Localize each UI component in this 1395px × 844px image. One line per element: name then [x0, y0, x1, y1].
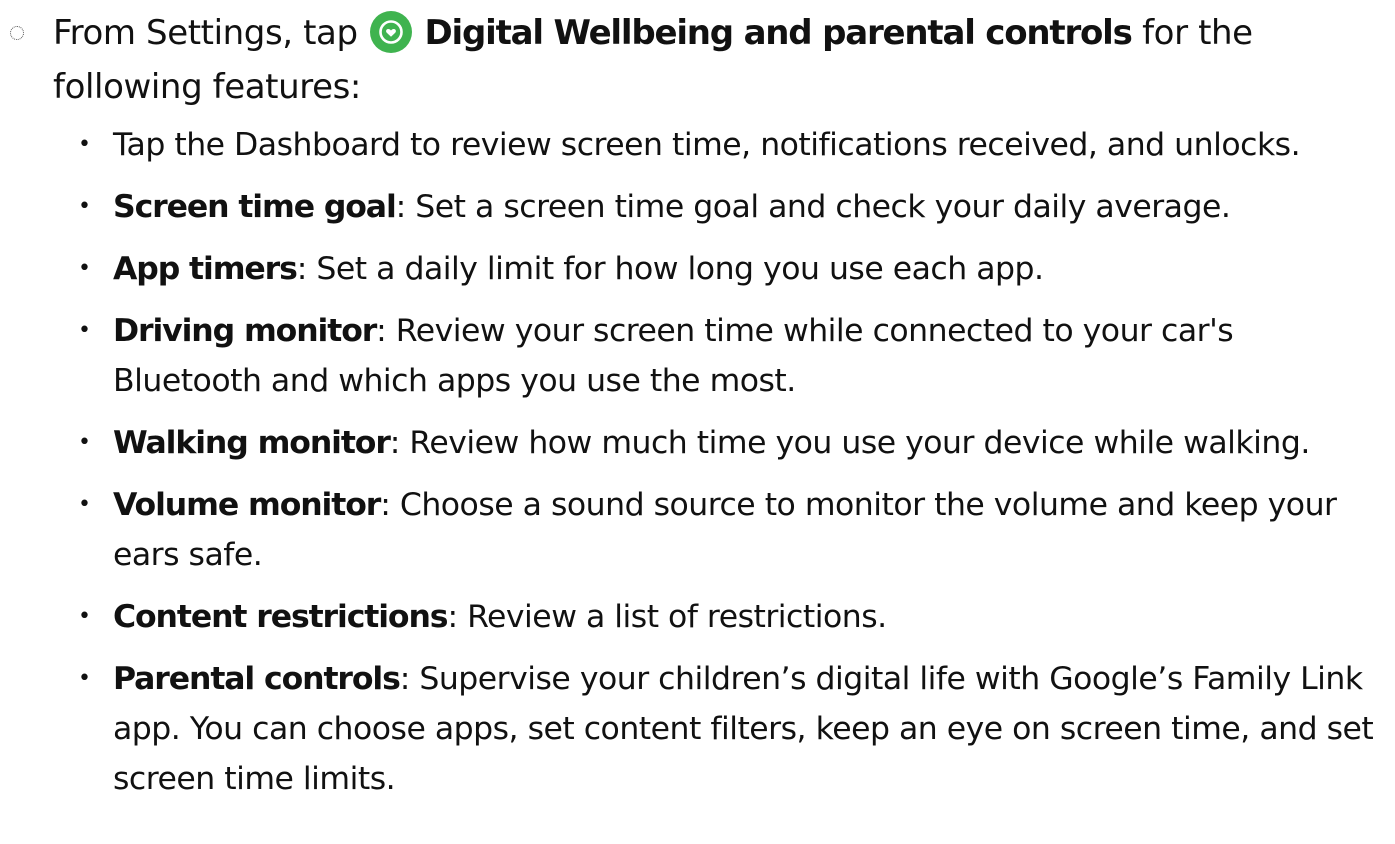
feature-list: • Tap the Dashboard to review screen tim…	[78, 120, 1378, 816]
feature-term: Parental controls	[113, 661, 401, 697]
list-item: • Tap the Dashboard to review screen tim…	[78, 120, 1378, 170]
list-item: • Parental controls: Supervise your chil…	[78, 654, 1378, 804]
feature-description: : Set a screen time goal and check your …	[395, 189, 1231, 225]
intro-prefix: From Settings, tap	[53, 13, 358, 53]
list-item: • Driving monitor: Review your screen ti…	[78, 306, 1378, 406]
feature-term: Screen time goal	[113, 189, 397, 225]
bullet: •	[78, 492, 91, 517]
list-item: • App timers: Set a daily limit for how …	[78, 244, 1378, 294]
feature-term: App timers	[113, 251, 298, 287]
bullet: •	[78, 604, 91, 629]
feature-description: : Set a daily limit for how long you use…	[296, 251, 1044, 287]
feature-term: Walking monitor	[113, 425, 391, 461]
bullet: •	[78, 318, 91, 343]
feature-description: : Review a list of restrictions.	[447, 599, 887, 635]
list-item: • Content restrictions: Review a list of…	[78, 592, 1378, 642]
feature-term: Volume monitor	[113, 487, 381, 523]
bullet: •	[78, 132, 91, 157]
list-item: • Screen time goal: Set a screen time go…	[78, 182, 1378, 232]
list-item: • Volume monitor: Choose a sound source …	[78, 480, 1378, 580]
feature-description: : Review how much time you use your devi…	[389, 425, 1311, 461]
bullet: •	[78, 194, 91, 219]
bullet: •	[78, 666, 91, 691]
feature-term: Driving monitor	[113, 313, 377, 349]
app-name: Digital Wellbeing and parental controls	[424, 13, 1133, 53]
feature-term: Content restrictions	[113, 599, 449, 635]
digital-wellbeing-heart-icon	[370, 10, 413, 53]
step-text: From Settings, tap Digital Wellbeing and…	[53, 6, 1373, 114]
bullet: •	[78, 256, 91, 281]
feature-description: Tap the Dashboard to review screen time,…	[113, 127, 1301, 163]
list-item: • Walking monitor: Review how much time …	[78, 418, 1378, 468]
bullet: •	[78, 430, 91, 455]
step-marker-icon	[10, 26, 24, 40]
